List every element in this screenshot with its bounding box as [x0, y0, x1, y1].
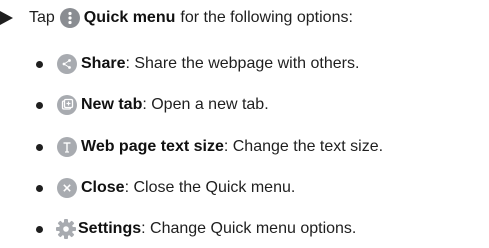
- share-icon: [57, 54, 77, 74]
- option-title: Close: [81, 179, 125, 196]
- option-desc: : Share the webpage with others.: [125, 55, 360, 72]
- more-vertical-icon: [59, 8, 80, 28]
- option-desc: : Close the Quick menu.: [124, 179, 296, 196]
- quick-menu-label: Quick menu: [83, 9, 176, 26]
- option-title: New tab: [81, 96, 143, 113]
- play-arrow-icon: [0, 10, 16, 26]
- list-item-settings: Settings : Change Quick menu options.: [36, 217, 356, 241]
- intro-prefix: Tap: [29, 9, 55, 26]
- option-title: Settings: [78, 220, 142, 237]
- bullet: [36, 143, 43, 151]
- intro-line: Tap Quick menu for the following options…: [0, 7, 353, 29]
- text-size-icon: [57, 137, 77, 157]
- new-tab-icon: [57, 95, 77, 115]
- option-desc: : Open a new tab.: [142, 96, 269, 113]
- list-item-close: Close : Close the Quick menu.: [36, 176, 295, 200]
- list-item-new-tab: New tab : Open a new tab.: [36, 93, 269, 117]
- bullet: [36, 101, 43, 109]
- bullet: [36, 225, 43, 233]
- close-icon: [57, 178, 77, 198]
- bullet: [36, 184, 43, 192]
- option-desc: : Change the text size.: [223, 138, 384, 155]
- gear-icon: [55, 218, 77, 240]
- bullet: [36, 60, 43, 68]
- option-desc: : Change Quick menu options.: [141, 220, 357, 237]
- intro-suffix: for the following options:: [180, 9, 353, 26]
- option-title: Share: [81, 55, 126, 72]
- option-title: Web page text size: [81, 138, 224, 155]
- list-item-text-size: Web page text size : Change the text siz…: [36, 135, 383, 159]
- list-item-share: Share : Share the webpage with others.: [36, 52, 359, 76]
